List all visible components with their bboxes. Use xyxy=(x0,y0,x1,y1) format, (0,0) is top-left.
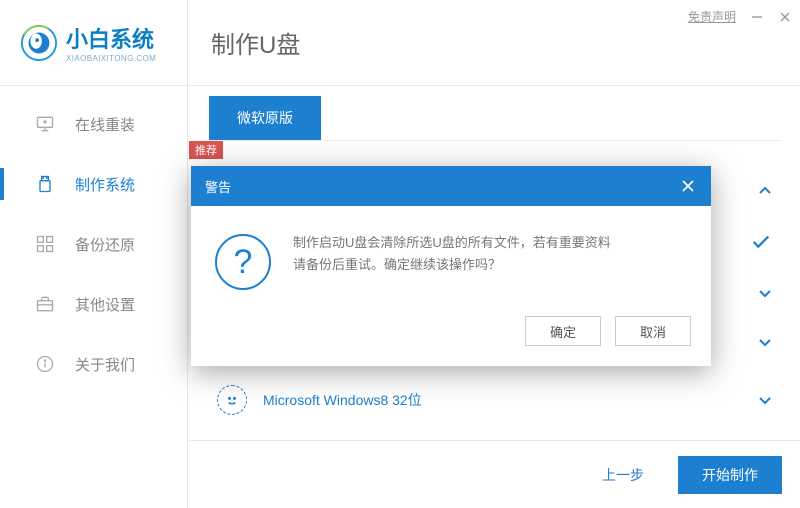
check-icon xyxy=(750,231,772,253)
logo: 小白系统 XIAOBAIXITONG.COM xyxy=(0,0,187,86)
sidebar-item-other-settings[interactable]: 其他设置 xyxy=(0,274,187,334)
os-face-icon xyxy=(217,385,247,415)
sidebar-item-label: 备份还原 xyxy=(75,234,135,255)
question-icon: ? xyxy=(215,234,271,290)
dialog-body: ? 制作启动U盘会清除所选U盘的所有文件，若有重要资料 请备份后重试。确定继续该… xyxy=(191,206,711,310)
start-make-button[interactable]: 开始制作 xyxy=(678,456,782,494)
sidebar-item-label: 在线重装 xyxy=(75,114,135,135)
sidebar-item-label: 制作系统 xyxy=(75,174,135,195)
chevron-down-icon xyxy=(758,286,772,300)
nav: 在线重装 制作系统 备份还原 其他设置 关于我们 xyxy=(0,86,187,394)
dialog-ok-button[interactable]: 确定 xyxy=(525,316,601,346)
toolbox-icon xyxy=(35,294,55,314)
dialog-footer: 确定 取消 xyxy=(191,310,711,366)
monitor-download-icon xyxy=(35,114,55,134)
dialog-cancel-button[interactable]: 取消 xyxy=(615,316,691,346)
sidebar-item-make-system[interactable]: 制作系统 xyxy=(0,154,187,214)
sidebar-item-label: 关于我们 xyxy=(75,354,135,375)
tabs: 微软原版 xyxy=(209,86,780,141)
sidebar: 小白系统 XIAOBAIXITONG.COM 在线重装 制作系统 备份还原 xyxy=(0,0,188,508)
grid-icon xyxy=(35,234,55,254)
sidebar-item-backup-restore[interactable]: 备份还原 xyxy=(0,214,187,274)
sidebar-item-label: 其他设置 xyxy=(75,294,135,315)
dialog-title: 警告 xyxy=(205,177,231,196)
logo-subtitle: XIAOBAIXITONG.COM xyxy=(66,54,156,63)
logo-icon xyxy=(20,24,58,62)
page-header: 制作U盘 xyxy=(189,0,800,86)
recommend-badge: 推荐 xyxy=(189,141,223,159)
chevron-down-icon xyxy=(758,393,772,407)
page-title: 制作U盘 xyxy=(211,25,300,60)
sidebar-item-online-reinstall[interactable]: 在线重装 xyxy=(0,94,187,154)
sidebar-item-about[interactable]: 关于我们 xyxy=(0,334,187,394)
os-name: Microsoft Windows8 32位 xyxy=(263,390,742,410)
tab-microsoft-original[interactable]: 微软原版 xyxy=(209,96,321,140)
usb-icon xyxy=(35,174,55,194)
dialog-close-button[interactable] xyxy=(679,177,697,195)
chevron-down-icon xyxy=(758,335,772,349)
dialog-header: 警告 xyxy=(191,166,711,206)
warning-dialog: 警告 ? 制作启动U盘会清除所选U盘的所有文件，若有重要资料 请备份后重试。确定… xyxy=(191,166,711,366)
os-row-win8-32[interactable]: Microsoft Windows8 32位 xyxy=(209,371,780,429)
dialog-message: 制作启动U盘会清除所选U盘的所有文件，若有重要资料 请备份后重试。确定继续该操作… xyxy=(293,232,611,276)
close-icon xyxy=(681,179,695,193)
logo-title: 小白系统 xyxy=(66,22,156,54)
info-icon xyxy=(35,354,55,374)
chevron-up-icon xyxy=(758,184,772,198)
back-button[interactable]: 上一步 xyxy=(578,456,668,494)
footer: 上一步 开始制作 xyxy=(189,440,800,508)
